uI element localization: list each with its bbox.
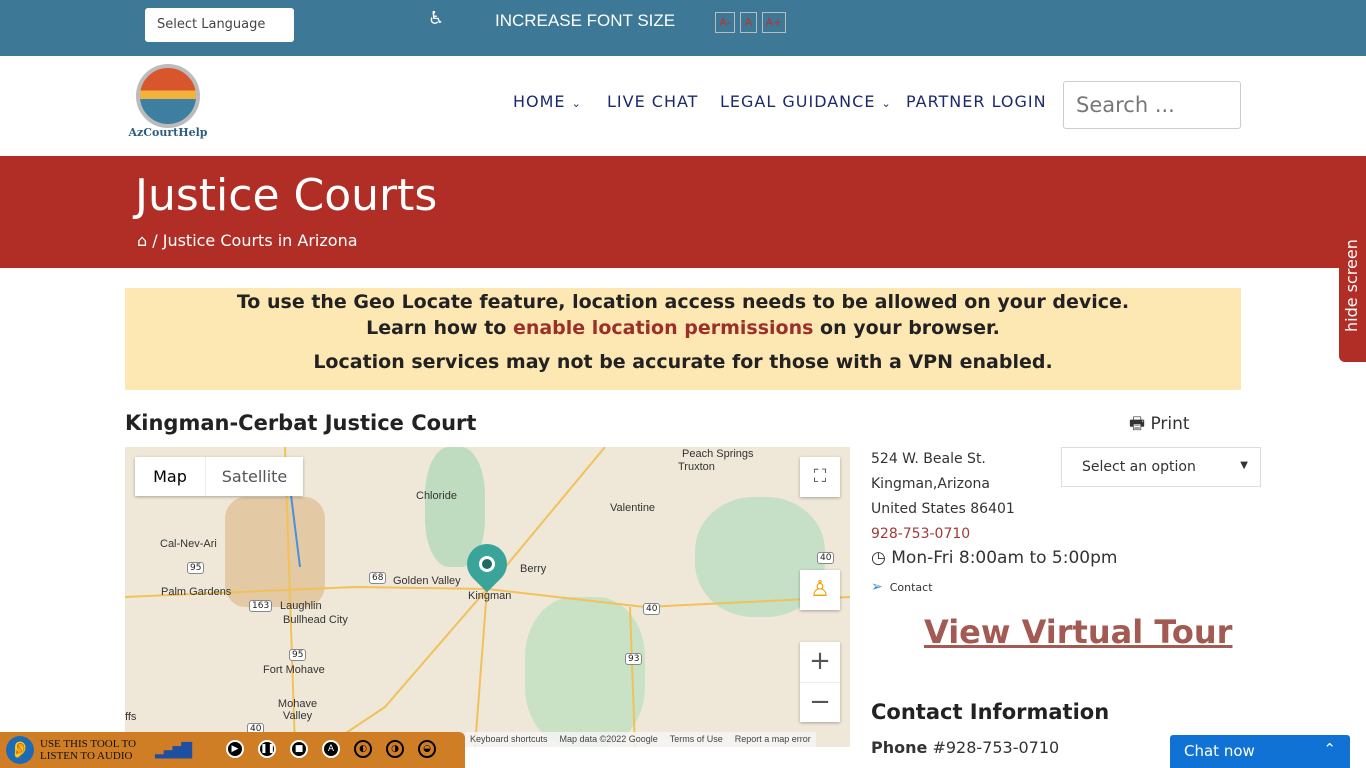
caret-down-icon: ▼ xyxy=(1240,460,1248,471)
route-shield: 163 xyxy=(249,600,273,612)
stop-button[interactable]: ■ xyxy=(290,740,308,758)
street-view-pegman-icon[interactable]: ♙ xyxy=(800,570,840,610)
contact-link[interactable]: ➢ Contact xyxy=(871,579,933,595)
keyboard-shortcuts-link[interactable]: Keyboard shortcuts xyxy=(470,734,548,745)
accessibility-icon: ♿ xyxy=(428,8,445,29)
map-type-satellite[interactable]: Satellite xyxy=(205,457,303,496)
printer-icon: 🖶 xyxy=(1129,414,1146,434)
report-map-error-link[interactable]: Report a map error xyxy=(735,734,811,745)
court-name: Kingman-Cerbat Justice Court xyxy=(125,411,477,435)
text-size-button[interactable]: A xyxy=(322,740,340,758)
chevron-up-icon: ⌃ xyxy=(1323,740,1336,758)
volume-icon[interactable]: ▂▄▆█ xyxy=(155,743,192,759)
route-shield: 40 xyxy=(643,603,661,615)
map-label: Palm Gardens xyxy=(161,586,232,598)
route-shield: 95 xyxy=(187,562,205,574)
nav-partner-login[interactable]: PARTNER LOGIN xyxy=(906,92,1047,111)
increase-font-label: INCREASE FONT SIZE xyxy=(495,11,676,30)
chat-now-button[interactable]: Chat now ⌃ xyxy=(1170,735,1350,768)
zoom-control: + − xyxy=(800,642,840,722)
terms-link[interactable]: Terms of Use xyxy=(670,734,723,745)
map-type-control: Map Satellite xyxy=(135,457,303,496)
contact-heading: Contact Information xyxy=(871,700,1110,724)
print-button[interactable]: 🖶 Print xyxy=(1129,411,1190,440)
route-shield: 93 xyxy=(625,653,643,665)
search-input[interactable]: Search ... xyxy=(1063,81,1241,129)
nav-home[interactable]: HOME ⌄ xyxy=(513,92,582,111)
address-line2: Kingman,Arizona xyxy=(871,476,990,492)
map-label: Truxton xyxy=(678,461,715,473)
audio-tool-label: USE THIS TOOL TO LISTEN TO AUDIO xyxy=(40,738,137,762)
breadcrumb: ⌂ / Justice Courts in Arizona xyxy=(137,231,358,250)
map-label: ffs xyxy=(125,711,137,723)
map-label: Golden Valley xyxy=(393,575,461,587)
map-data-label: Map data ©2022 Google xyxy=(559,734,658,744)
nav-live-chat[interactable]: LIVE CHAT xyxy=(607,92,698,111)
contrast-button[interactable]: ◐ xyxy=(354,740,372,758)
font-increase-button[interactable]: A+ xyxy=(762,12,786,33)
font-reset-button[interactable]: A xyxy=(740,12,757,33)
hide-screen-button[interactable]: hide screen xyxy=(1339,212,1366,362)
chevron-down-icon: ⌄ xyxy=(571,97,582,110)
paper-plane-icon: ➢ xyxy=(871,579,883,595)
logo-emblem xyxy=(136,64,200,128)
language-select[interactable]: Select Language xyxy=(145,8,294,42)
page-title: Justice Courts xyxy=(135,170,438,221)
home-icon[interactable]: ⌂ xyxy=(137,231,147,250)
address-line1: 524 W. Beale St. xyxy=(871,451,986,467)
logo-text: AzCourtHelp xyxy=(128,126,208,139)
notice-line3: Location services may not be accurate fo… xyxy=(313,351,1053,373)
route-shield: 68 xyxy=(369,572,387,584)
court-select[interactable]: Select an option ▼ xyxy=(1061,447,1261,487)
chevron-down-icon: ⌄ xyxy=(881,97,892,110)
route-shield: 95 xyxy=(289,649,307,661)
route-shield: 40 xyxy=(817,552,835,564)
ear-icon: 👂 xyxy=(6,736,34,764)
map-label: Cal-Nev-Ari xyxy=(160,538,217,550)
virtual-tour-link[interactable]: View Virtual Tour xyxy=(924,613,1232,651)
map-label: Laughlin xyxy=(280,600,322,612)
breadcrumb-current[interactable]: Justice Courts in Arizona xyxy=(163,231,358,250)
zoom-in-button[interactable]: + xyxy=(800,642,840,682)
contrast-button-2[interactable]: ◑ xyxy=(386,740,404,758)
fullscreen-icon[interactable]: ⛶ xyxy=(800,457,840,497)
map-label: Peach Springs xyxy=(682,448,754,460)
pause-button[interactable]: ❚❚ xyxy=(258,740,276,758)
google-map[interactable]: Peach Springs Truxton Chloride Valentine… xyxy=(125,447,850,747)
phone-link[interactable]: 928-753-0710 xyxy=(871,526,970,542)
map-label: Valentine xyxy=(610,502,656,514)
contrast-button-3[interactable]: ◒ xyxy=(418,740,436,758)
map-label: Bullhead City xyxy=(283,614,348,626)
location-permissions-link[interactable]: enable location permissions xyxy=(513,317,813,339)
map-label: Berry xyxy=(520,563,547,575)
nav-legal-guidance[interactable]: LEGAL GUIDANCE ⌄ xyxy=(720,92,892,111)
logo[interactable]: AzCourtHelp xyxy=(127,64,209,139)
zoom-out-button[interactable]: − xyxy=(800,682,840,722)
address-line3: United States 86401 xyxy=(871,501,1015,517)
map-type-map[interactable]: Map xyxy=(135,457,205,496)
notice-line1: To use the Geo Locate feature, location … xyxy=(236,291,1130,313)
map-footer: Keyboard shortcuts Map data ©2022 Google T… xyxy=(465,732,816,747)
map-label: Fort Mohave xyxy=(263,664,325,676)
geo-notice: To use the Geo Locate feature, location … xyxy=(125,288,1241,390)
clock-icon: ◷ xyxy=(871,548,886,568)
map-label: Kingman xyxy=(468,590,512,602)
hours: ◷ Mon-Fri 8:00am to 5:00pm xyxy=(871,548,1118,568)
play-button[interactable]: ▶ xyxy=(226,740,244,758)
contact-phone: Phone #928-753-0710 xyxy=(871,738,1060,757)
font-decrease-button[interactable]: A- xyxy=(715,12,735,33)
map-label: Mohave Valley xyxy=(277,698,318,722)
map-label: Chloride xyxy=(416,490,457,502)
